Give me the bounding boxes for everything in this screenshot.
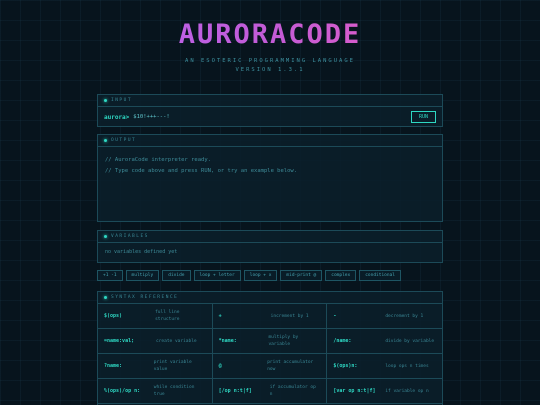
output-line: // AuroraCode interpreter ready. xyxy=(105,157,211,163)
reference-heading: SYNTAX REFERENCE xyxy=(111,295,179,300)
reference-op: %(ops)/op n: xyxy=(104,388,141,394)
input-prompt: aurora> xyxy=(104,113,130,121)
output-console: // AuroraCode interpreter ready. // Type… xyxy=(98,147,442,185)
reference-desc: divide by variable xyxy=(385,338,435,344)
reference-op: + xyxy=(218,313,222,319)
reference-desc: print variable value xyxy=(153,360,192,372)
reference-cell: /name: divide by variable xyxy=(327,329,442,354)
variables-empty-text: no variables defined yet xyxy=(105,249,178,255)
reference-op: [var op n:t|f] xyxy=(333,388,376,394)
run-button[interactable]: RUN xyxy=(411,111,436,123)
example-button[interactable]: mid-print @ xyxy=(280,270,323,281)
reference-cell: *name: multiply by variable xyxy=(212,329,328,354)
reference-cell: [/op n:t|f] if accumulator op n xyxy=(212,379,328,404)
syntax-reference-panel: SYNTAX REFERENCE $(ops) full line structu… xyxy=(97,291,443,405)
example-button[interactable]: loop + letter xyxy=(193,270,241,281)
reference-panel-header: SYNTAX REFERENCE xyxy=(98,292,442,304)
variables-panel: VARIABLES no variables defined yet xyxy=(97,230,443,263)
status-dot-icon xyxy=(104,99,107,102)
reference-desc: while condition true xyxy=(153,385,195,397)
app-version: VERSION 1.3.1 xyxy=(235,67,305,73)
output-heading: OUTPUT xyxy=(111,138,137,143)
reference-cell: [var op n:t|f] if variable op n xyxy=(327,379,442,404)
output-panel: OUTPUT // AuroraCode interpreter ready. … xyxy=(97,134,443,222)
output-panel-header: OUTPUT xyxy=(98,135,442,147)
reference-op: ?name: xyxy=(104,363,123,369)
status-dot-icon xyxy=(104,296,107,299)
reference-op: - xyxy=(333,313,337,319)
variables-panel-header: VARIABLES xyxy=(98,231,442,243)
reference-grid: $(ops) full line structure + increment by … xyxy=(98,304,442,404)
output-line: // Type code above and press RUN, or try… xyxy=(105,168,298,174)
reference-cell: $(ops)n: loop ops n times xyxy=(327,354,442,379)
reference-op: $(ops)n: xyxy=(333,363,358,369)
variables-heading: VARIABLES xyxy=(111,234,149,239)
input-heading: INPUT xyxy=(111,98,133,103)
app-tagline: AN ESOTERIC PROGRAMMING LANGUAGE xyxy=(185,58,355,64)
status-dot-icon xyxy=(104,139,107,142)
example-button[interactable]: multiply xyxy=(125,270,160,281)
example-button[interactable]: divide xyxy=(162,270,191,281)
app-header: AURORACODE AN ESOTERIC PROGRAMMING LANGU… xyxy=(0,18,540,73)
code-input[interactable] xyxy=(133,114,411,120)
examples-bar: +1 -1 multiply divide loop + letter loop… xyxy=(97,270,402,281)
reference-op: @ xyxy=(218,363,222,369)
reference-op: =name:val; xyxy=(104,338,135,344)
example-button[interactable]: +1 -1 xyxy=(97,270,123,281)
example-button[interactable]: conditional xyxy=(359,270,402,281)
reference-cell: $(ops) full line structure xyxy=(98,304,213,329)
reference-cell: =name:val; create variable xyxy=(98,329,213,354)
app-logo-title: AURORACODE xyxy=(0,18,540,52)
reference-desc: print accumulator now xyxy=(267,360,314,372)
reference-desc: loop ops n times xyxy=(385,363,429,369)
status-dot-icon xyxy=(104,235,107,238)
reference-desc: decrement by 1 xyxy=(385,313,424,319)
reference-cell: %(ops)/op n: while condition true xyxy=(98,379,213,404)
reference-op: [/op n:t|f] xyxy=(218,388,252,394)
reference-desc: if variable op n xyxy=(385,388,429,394)
reference-op: $(ops) xyxy=(104,313,123,319)
reference-cell: ?name: print variable value xyxy=(98,354,213,379)
example-button[interactable]: loop + x xyxy=(243,270,278,281)
reference-desc: full line structure xyxy=(155,310,180,322)
reference-desc: increment by 1 xyxy=(270,313,309,319)
input-panel-header: INPUT xyxy=(98,95,442,107)
reference-op: /name: xyxy=(333,338,352,344)
reference-desc: create variable xyxy=(156,338,197,344)
reference-cell: @ print accumulator now xyxy=(212,354,328,379)
input-panel: INPUT aurora> RUN xyxy=(97,94,443,127)
reference-op: *name: xyxy=(218,338,237,344)
reference-cell: + increment by 1 xyxy=(212,304,328,329)
reference-cell: - decrement by 1 xyxy=(327,304,442,329)
reference-desc: if accumulator op n xyxy=(269,385,316,397)
example-button[interactable]: complex xyxy=(325,270,357,281)
reference-desc: multiply by variable xyxy=(268,335,299,347)
